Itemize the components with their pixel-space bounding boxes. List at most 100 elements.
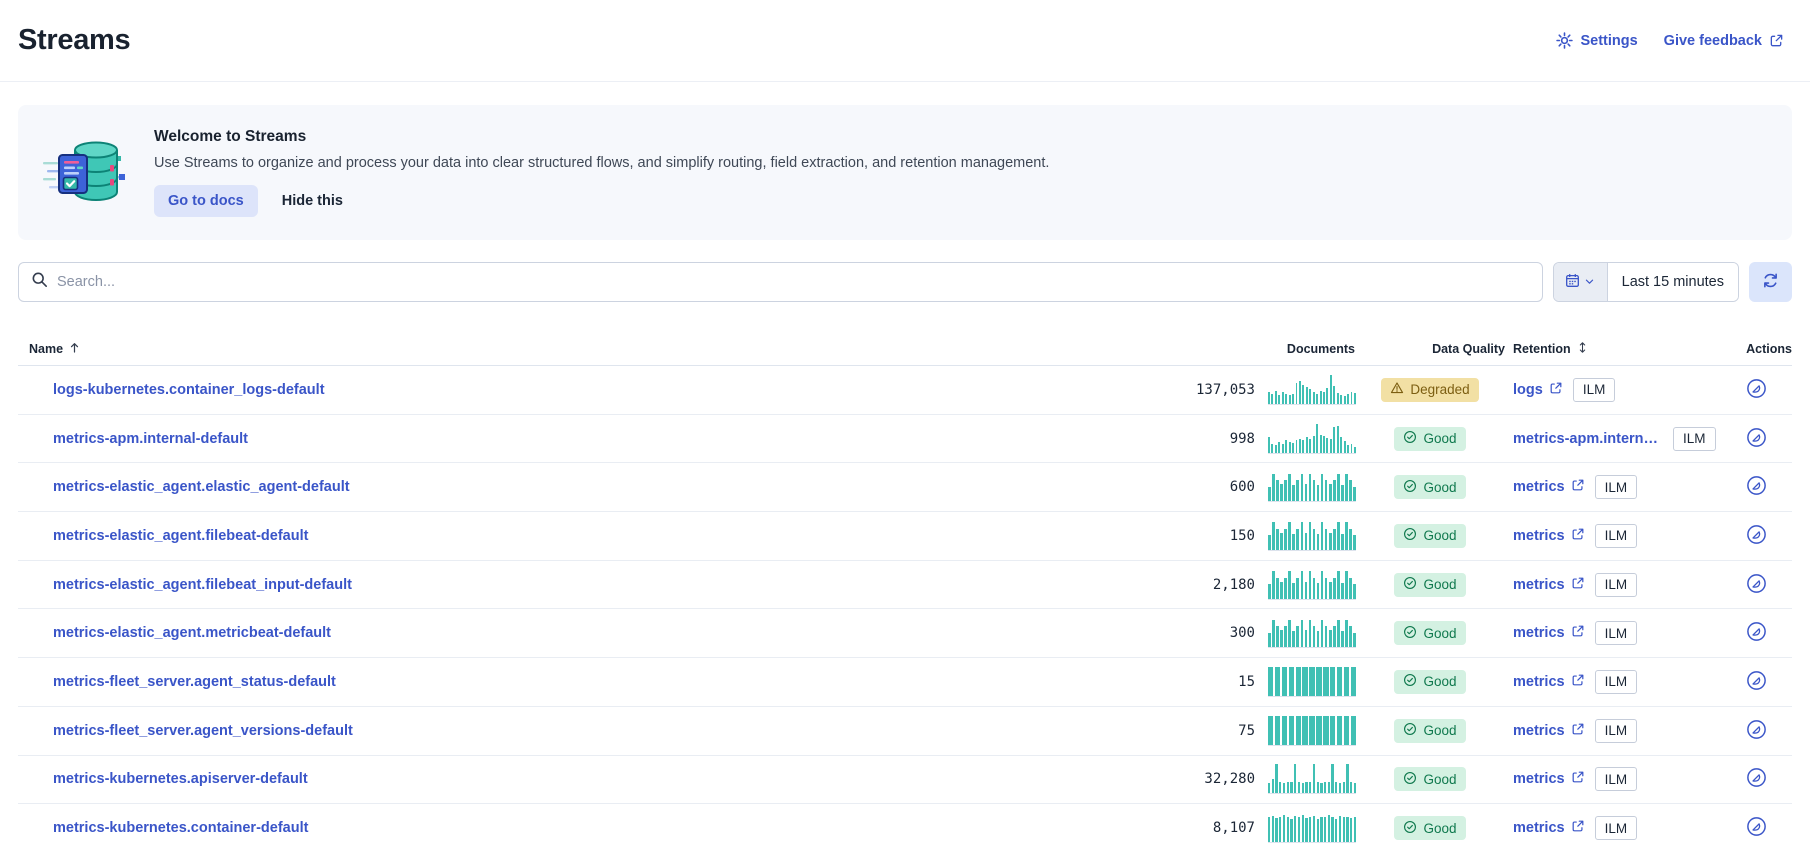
table-row: metrics-apm.internal-default 998 <box>18 415 1792 464</box>
ilm-badge: ILM <box>1595 719 1638 743</box>
column-header-name[interactable]: Name <box>18 341 1095 357</box>
data-quality-label: Good <box>1423 626 1456 641</box>
table-row: metrics-kubernetes.apiserver-default 32,… <box>18 756 1792 805</box>
documents-sparkline <box>1268 764 1356 794</box>
quick-view-discover-button[interactable] <box>1740 569 1772 601</box>
discover-compass-icon <box>1746 475 1767 499</box>
discover-compass-icon <box>1746 378 1767 402</box>
documents-sparkline <box>1268 570 1356 600</box>
discover-compass-icon <box>1746 719 1767 743</box>
quick-view-discover-button[interactable] <box>1740 666 1772 698</box>
go-to-docs-button[interactable]: Go to docs <box>154 185 258 217</box>
search-input[interactable] <box>57 274 1530 290</box>
retention-link[interactable]: metrics <box>1513 673 1585 691</box>
column-header-documents[interactable]: Documents <box>1095 342 1355 356</box>
table-row: metrics-elastic_agent.metricbeat-default… <box>18 609 1792 658</box>
quick-view-discover-button[interactable] <box>1740 520 1772 552</box>
discover-compass-icon <box>1746 524 1767 548</box>
data-quality-badge: Good <box>1394 767 1465 791</box>
stream-name-link[interactable]: metrics-fleet_server.agent_status-defaul… <box>53 674 336 690</box>
retention-link[interactable]: metrics <box>1513 624 1585 642</box>
data-quality-badge: Good <box>1394 816 1465 840</box>
quick-view-discover-button[interactable] <box>1740 812 1772 844</box>
table-row: metrics-kubernetes.container-default 8,1… <box>18 804 1792 847</box>
retention-link[interactable]: metrics-apm.interna... <box>1513 431 1663 447</box>
retention-link[interactable]: metrics <box>1513 722 1585 740</box>
search-box[interactable] <box>18 262 1543 302</box>
stream-name-link[interactable]: logs-kubernetes.container_logs-default <box>53 382 325 398</box>
hide-this-button[interactable]: Hide this <box>282 193 343 209</box>
quick-view-discover-button[interactable] <box>1740 715 1772 747</box>
quick-view-discover-button[interactable] <box>1740 617 1772 649</box>
stream-name-link[interactable]: metrics-elastic_agent.filebeat-default <box>53 528 308 544</box>
check-circle-icon <box>1403 576 1417 593</box>
quick-view-discover-button[interactable] <box>1740 374 1772 406</box>
settings-button[interactable]: Settings <box>1556 32 1637 49</box>
external-link-icon <box>1571 576 1585 594</box>
stream-name-link[interactable]: metrics-apm.internal-default <box>53 431 248 447</box>
documents-count: 150 <box>1230 528 1255 544</box>
ilm-badge: ILM <box>1595 573 1638 597</box>
banner-body: Welcome to Streams Use Streams to organi… <box>154 128 1049 217</box>
data-quality-label: Good <box>1423 528 1456 543</box>
external-link-icon <box>1769 33 1784 48</box>
documents-sparkline <box>1268 716 1356 746</box>
discover-compass-icon <box>1746 573 1767 597</box>
calendar-icon <box>1565 273 1580 291</box>
documents-sparkline <box>1268 472 1356 502</box>
header-actions: Settings Give feedback <box>1556 32 1784 49</box>
retention-link[interactable]: metrics <box>1513 527 1585 545</box>
ilm-badge: ILM <box>1595 767 1638 791</box>
discover-compass-icon <box>1746 816 1767 840</box>
data-quality-label: Degraded <box>1410 382 1469 397</box>
quick-view-discover-button[interactable] <box>1740 471 1772 503</box>
quick-view-discover-button[interactable] <box>1740 763 1772 795</box>
data-quality-label: Good <box>1423 674 1456 689</box>
sort-ascending-icon <box>68 341 81 357</box>
calendar-dropdown-button[interactable] <box>1554 263 1608 301</box>
column-header-retention[interactable]: Retention <box>1505 341 1720 357</box>
check-circle-icon <box>1403 479 1417 496</box>
stream-name-link[interactable]: metrics-elastic_agent.elastic_agent-defa… <box>53 479 350 495</box>
date-picker: Last 15 minutes <box>1553 262 1739 302</box>
external-link-icon <box>1571 624 1585 642</box>
data-quality-label: Good <box>1423 431 1456 446</box>
data-quality-badge: Good <box>1394 475 1465 499</box>
external-link-icon <box>1571 770 1585 788</box>
documents-count: 75 <box>1238 723 1255 739</box>
documents-sparkline <box>1268 667 1356 697</box>
table-row: metrics-elastic_agent.filebeat_input-def… <box>18 561 1792 610</box>
quick-view-discover-button[interactable] <box>1740 423 1772 455</box>
check-circle-icon <box>1403 820 1417 837</box>
stream-name-link[interactable]: metrics-elastic_agent.filebeat_input-def… <box>53 577 352 593</box>
settings-label: Settings <box>1580 33 1637 49</box>
give-feedback-link[interactable]: Give feedback <box>1664 33 1784 49</box>
page-header: Streams Settings Give feedback <box>0 0 1810 82</box>
stream-name-link[interactable]: metrics-fleet_server.agent_versions-defa… <box>53 723 353 739</box>
retention-link[interactable]: metrics <box>1513 819 1585 837</box>
retention-link[interactable]: metrics <box>1513 770 1585 788</box>
retention-link[interactable]: metrics <box>1513 478 1585 496</box>
stream-name-link[interactable]: metrics-kubernetes.apiserver-default <box>53 771 308 787</box>
external-link-icon <box>1571 722 1585 740</box>
page-title: Streams <box>18 24 130 57</box>
stream-name-link[interactable]: metrics-elastic_agent.metricbeat-default <box>53 625 331 641</box>
retention-link[interactable]: logs <box>1513 381 1563 399</box>
discover-compass-icon <box>1746 767 1767 791</box>
toolbar: Last 15 minutes <box>18 262 1792 302</box>
time-range-button[interactable]: Last 15 minutes <box>1608 263 1738 301</box>
check-circle-icon <box>1403 673 1417 690</box>
ilm-badge: ILM <box>1595 621 1638 645</box>
retention-link[interactable]: metrics <box>1513 576 1585 594</box>
documents-count: 2,180 <box>1213 577 1255 593</box>
data-quality-badge: Good <box>1394 621 1465 645</box>
data-quality-badge: Degraded <box>1381 378 1478 402</box>
refresh-button[interactable] <box>1749 262 1792 302</box>
ilm-badge: ILM <box>1595 524 1638 548</box>
stream-name-link[interactable]: metrics-kubernetes.container-default <box>53 820 308 836</box>
external-link-icon <box>1571 478 1585 496</box>
external-link-icon <box>1571 819 1585 837</box>
documents-sparkline <box>1268 618 1356 648</box>
sortable-icon <box>1576 341 1589 357</box>
external-link-icon <box>1571 527 1585 545</box>
